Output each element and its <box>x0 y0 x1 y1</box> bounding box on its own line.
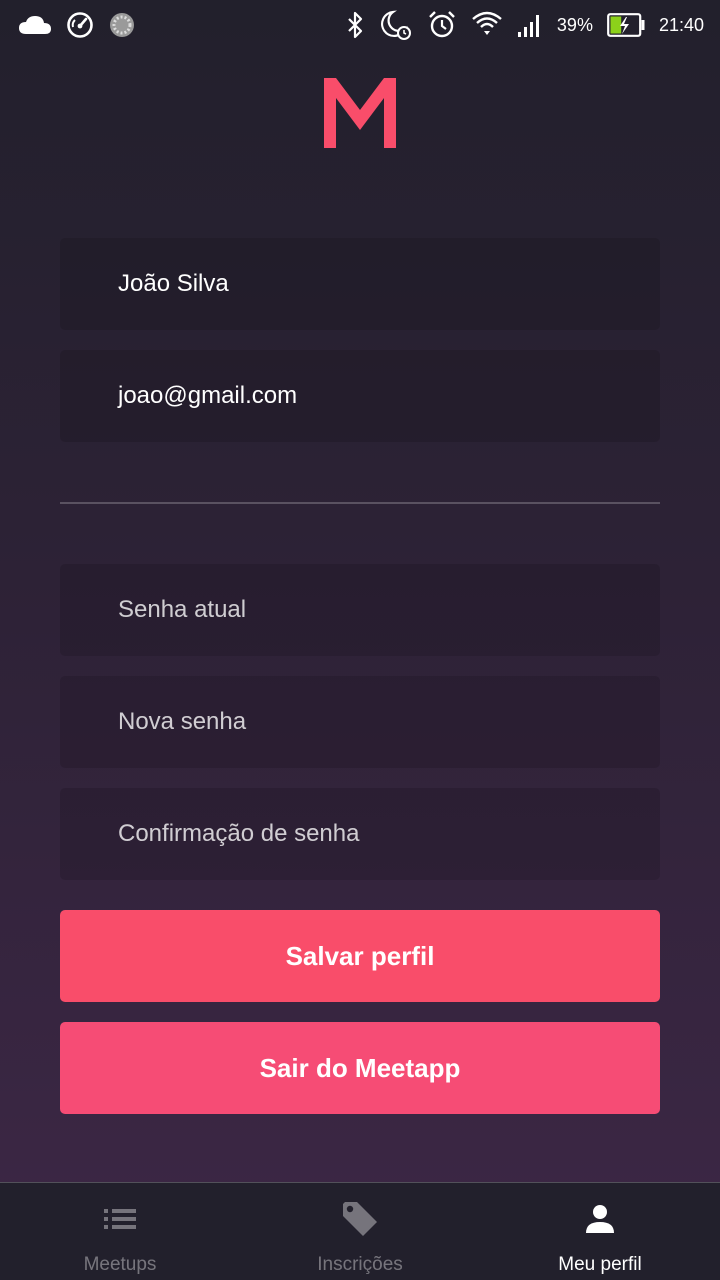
tab-meu-perfil[interactable]: Meu perfil <box>480 1183 720 1280</box>
list-icon <box>104 1201 136 1237</box>
battery-percent: 39% <box>556 14 593 35</box>
form-divider <box>60 502 660 504</box>
meetapp-logo <box>322 76 398 150</box>
wifi-icon <box>471 10 503 40</box>
email-input[interactable]: joao@gmail.com <box>60 350 660 442</box>
battery-charging-icon <box>607 13 645 37</box>
tab-label: Inscrições <box>317 1254 403 1275</box>
status-right: 39% 21:40 <box>345 9 704 41</box>
tab-label: Meetups <box>83 1254 157 1275</box>
name-input[interactable]: João Silva <box>60 238 660 330</box>
signal-icon <box>517 12 543 38</box>
cloud-icon <box>18 14 52 36</box>
save-profile-button[interactable]: Salvar perfil <box>60 910 660 1002</box>
clock-time: 21:40 <box>658 14 704 35</box>
status-bar: 39% 21:40 <box>0 0 720 50</box>
current-password-input[interactable]: Senha atual <box>60 564 660 656</box>
speedometer-icon <box>66 11 94 39</box>
logout-button[interactable]: Sair do Meetapp <box>60 1022 660 1114</box>
confirm-password-input[interactable]: Confirmação de senha <box>60 788 660 880</box>
status-left <box>18 11 136 39</box>
tab-meetups[interactable]: Meetups <box>0 1183 240 1280</box>
alarm-clock-icon <box>427 10 457 40</box>
bluetooth-icon <box>345 11 365 39</box>
person-icon <box>585 1201 615 1237</box>
tag-icon <box>341 1201 379 1237</box>
bottom-tab-bar: Meetups Inscrições Meu perfil <box>0 1182 720 1280</box>
sync-icon <box>108 11 136 39</box>
tab-label: Meu perfil <box>558 1254 642 1275</box>
moon-alarm-icon <box>379 9 413 41</box>
new-password-input[interactable]: Nova senha <box>60 676 660 768</box>
tab-inscricoes[interactable]: Inscrições <box>240 1183 480 1280</box>
